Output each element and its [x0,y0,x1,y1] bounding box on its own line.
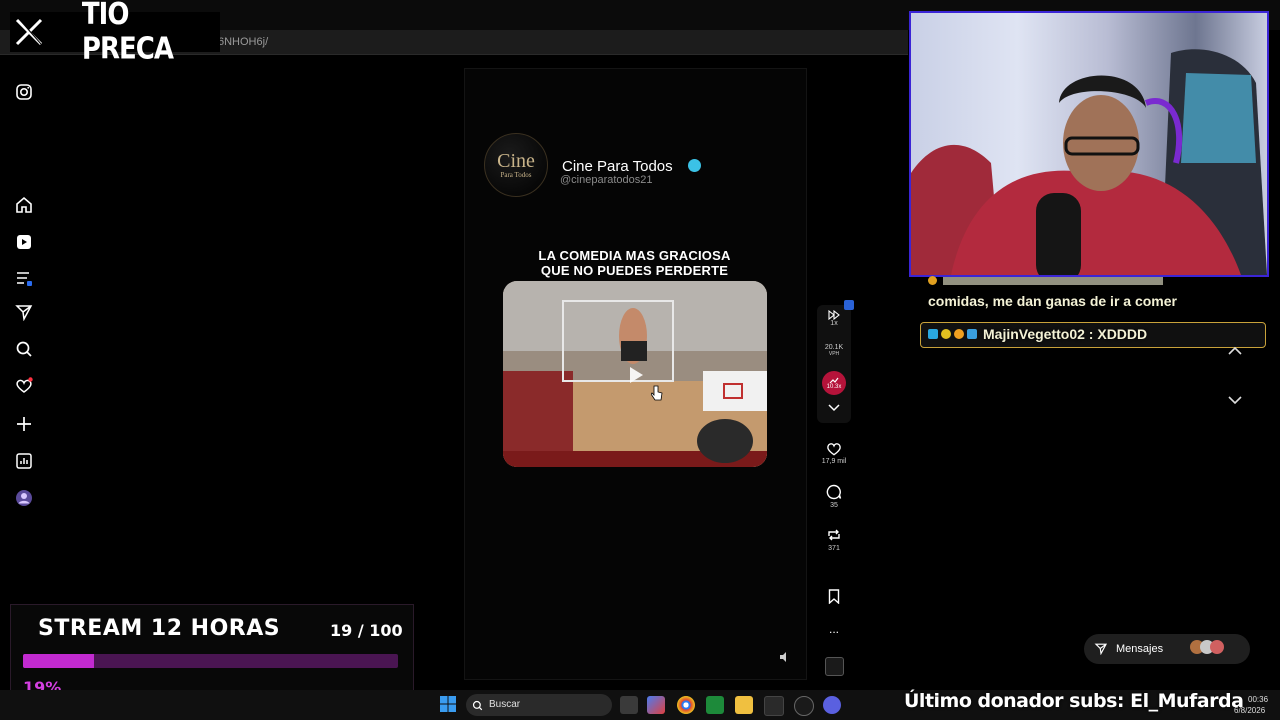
task-view-icon[interactable] [620,696,638,714]
streamer-name: TIO PRECA [81,0,174,67]
speed-control[interactable]: 1x [818,310,850,327]
trend-badge: 10.3x [822,371,846,395]
clock-date: 6/8/2026 [1234,706,1266,715]
heart-icon[interactable] [13,375,35,397]
dashboard-icon[interactable] [13,450,35,472]
send-icon[interactable] [13,301,35,323]
fast-forward-icon [828,310,840,320]
bookmark-icon [828,589,840,604]
repost-button[interactable]: 371 [818,527,850,552]
chat-message-1-text: comidas, me dan ganas de ir a comer [928,293,1177,309]
like-button[interactable]: 17,9 mil [818,441,850,465]
channel-name[interactable]: Cine Para Todos [562,158,673,175]
message-avatars [1190,640,1224,654]
webcam-feed [911,49,1267,275]
home-icon[interactable] [13,194,35,216]
trend-up-icon [829,377,839,383]
chevron-down-icon[interactable] [1227,392,1243,410]
x-logo-icon [10,12,48,52]
file-explorer-icon[interactable] [735,696,753,714]
trend-value: 10.3x [826,383,842,390]
plus-icon[interactable] [13,413,35,435]
settings-icon[interactable] [794,696,814,716]
comment-icon [826,484,842,500]
stream-brand: TIO PRECA [10,0,220,67]
repost-count: 371 [828,545,840,552]
chat-badges-icon [928,329,977,339]
windows-start-icon[interactable] [440,696,456,717]
last-donor-ticker: Último donador subs: El_Mufarda [904,690,1244,712]
feed-icon[interactable] [13,267,35,289]
instagram-icon[interactable] [13,81,35,103]
vph-stat: 20.1K VPH [818,344,850,357]
taskbar-search[interactable] [466,694,612,716]
send-icon [1094,642,1108,660]
vph-value: 20.1K [824,344,844,351]
audio-thumbnail[interactable] [825,657,844,676]
goal-title: STREAM 12 HORAS [38,616,281,641]
speed-label: 1x [830,320,838,327]
repost-icon [828,529,840,541]
volume-icon[interactable] [779,650,791,662]
comment-button[interactable]: 35 [818,484,850,509]
copilot-icon[interactable] [647,696,665,714]
channel-logo-subtext: Para Todos [500,171,532,179]
goal-progress-track [23,654,398,668]
store-icon[interactable] [764,696,784,716]
caption-line-2: QUE NO PUEDES PERDERTE [540,263,729,278]
messages-label: Mensajes [1116,643,1164,655]
vph-label: VPH [828,351,840,357]
chevron-up-icon[interactable] [1227,343,1243,361]
profile-avatar[interactable] [13,487,35,509]
taskbar-search-label: Buscar [489,699,521,710]
video-caption: LA COMEDIA MAS GRACIOSA QUE NO PUEDES PE… [464,248,805,278]
comment-count: 35 [830,502,838,509]
channel-logo-text: Cine [497,150,535,172]
chat-badge-icon [928,276,937,285]
reels-icon[interactable] [13,231,35,253]
like-count: 17,9 mil [821,458,847,465]
verified-badge-icon [688,159,701,172]
goal-count: 19 / 100 [330,621,403,640]
webcam-overlay [909,11,1269,277]
chevron-down-icon [828,404,840,412]
chrome-icon[interactable] [677,696,695,714]
clock-time: 00:36 [1248,695,1269,704]
extension-badge-icon [844,300,854,310]
address-text: 6NHOH6j/ [218,36,269,48]
discord-icon[interactable] [823,696,841,714]
save-button[interactable] [818,589,850,604]
channel-logo[interactable]: Cine Para Todos [484,133,548,197]
chat-message-2-text: MajinVegetto02 : XDDDD [983,326,1148,342]
next-reel-button[interactable] [818,404,850,412]
more-options-button[interactable]: ... [818,622,850,636]
goal-progress-fill [23,654,95,668]
channel-handle[interactable]: @cineparatodos21 [560,174,653,186]
chat-message-1-partial [928,272,1163,288]
chat-message-1-cutoff [943,277,1163,286]
messages-button[interactable] [1084,634,1250,664]
chat-message-2: MajinVegetto02 : XDDDD [928,326,1147,342]
caption-line-1: LA COMEDIA MAS GRACIOSA [538,248,731,263]
excel-icon[interactable] [706,696,724,714]
search-icon [472,698,483,716]
heart-icon [827,443,841,456]
search-icon[interactable] [13,338,35,360]
hand-cursor-icon [650,385,663,406]
play-icon[interactable] [624,364,646,386]
